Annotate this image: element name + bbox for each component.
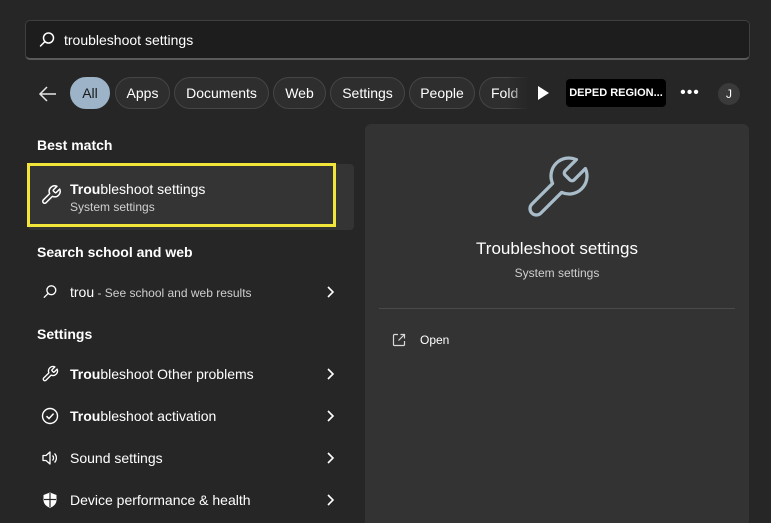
school-web-heading: Search school and web	[37, 244, 193, 260]
wrench-icon	[41, 365, 59, 383]
details-subtitle: System settings	[514, 266, 600, 280]
wrench-icon	[521, 152, 593, 224]
filter-chip-apps[interactable]: Apps	[115, 77, 170, 109]
web-search-item[interactable]: trou - See school and web results	[28, 273, 354, 311]
filter-chip-web[interactable]: Web	[273, 77, 326, 109]
filter-chip-all[interactable]: All	[70, 77, 110, 109]
highlight-annotation	[27, 163, 336, 227]
check-circle-icon	[41, 407, 59, 425]
search-input[interactable]	[64, 31, 704, 48]
filter-chip-people[interactable]: People	[409, 77, 475, 109]
settings-heading: Settings	[37, 326, 93, 342]
divider	[379, 308, 735, 309]
speaker-icon	[41, 449, 59, 467]
org-badge[interactable]: DEPED REGION...	[566, 79, 666, 107]
settings-item-label: Device performance & health	[70, 492, 251, 508]
settings-item-sound[interactable]: Sound settings	[28, 439, 354, 477]
chip-fade	[507, 77, 529, 109]
chevron-right-icon	[326, 367, 336, 381]
details-pane: Troubleshoot settings System settings Op…	[365, 124, 749, 523]
filter-chip-documents[interactable]: Documents	[174, 77, 269, 109]
open-action[interactable]: Open	[379, 324, 735, 356]
results-list: Best match Troubleshoot settings System …	[0, 124, 356, 523]
chevron-right-icon	[326, 285, 336, 299]
chevron-right-icon	[326, 409, 336, 423]
settings-item-label: Troubleshoot activation	[70, 408, 217, 424]
best-match-heading: Best match	[37, 137, 113, 153]
filter-chip-settings[interactable]: Settings	[330, 77, 405, 109]
open-external-icon	[391, 332, 407, 348]
settings-item-device-performance[interactable]: Device performance & health	[28, 481, 354, 519]
chevron-right-icon	[326, 451, 336, 465]
chevron-right-icon	[326, 493, 336, 507]
search-icon	[41, 283, 59, 301]
settings-item-troubleshoot-activation[interactable]: Troubleshoot activation	[28, 397, 354, 435]
settings-item-troubleshoot-other[interactable]: Troubleshoot Other problems	[28, 355, 354, 393]
filter-bar: All Apps Documents Web Settings People F…	[0, 77, 771, 111]
search-icon	[38, 30, 58, 50]
details-title: Troubleshoot settings	[476, 239, 638, 258]
open-action-label: Open	[420, 333, 450, 347]
back-arrow-icon[interactable]	[36, 83, 60, 105]
avatar[interactable]: J	[718, 83, 740, 105]
settings-item-label: Troubleshoot Other problems	[70, 366, 254, 382]
more-options-icon[interactable]: •••	[678, 83, 702, 103]
settings-item-label: Sound settings	[70, 450, 163, 466]
search-box[interactable]	[25, 20, 750, 60]
play-icon[interactable]	[535, 85, 551, 101]
shield-icon	[41, 491, 59, 509]
web-search-label: trou - See school and web results	[70, 284, 252, 300]
